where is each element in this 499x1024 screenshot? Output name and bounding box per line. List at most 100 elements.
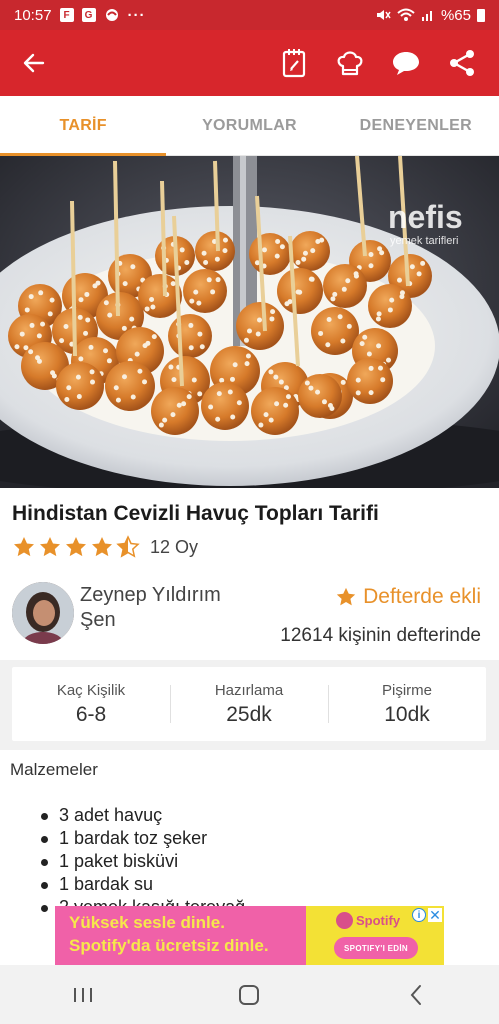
coconut-flake — [186, 394, 192, 400]
app-notification-icon — [105, 9, 118, 21]
coconut-flake — [337, 314, 343, 320]
coconut-flake — [215, 416, 221, 422]
coconut-flake — [121, 374, 127, 380]
coconut-flake — [319, 237, 325, 243]
recent-apps-button[interactable] — [53, 970, 113, 1020]
ad-cta-button[interactable]: SPOTIFY'I EDİN — [334, 937, 418, 959]
coconut-flake — [95, 280, 101, 286]
author-name[interactable]: Zeynep Yıldırım Şen — [80, 583, 250, 633]
ad-close-icon[interactable]: ✕ — [428, 908, 442, 922]
avatar[interactable] — [12, 582, 74, 644]
coconut-flake — [308, 385, 314, 391]
app-bar — [0, 30, 499, 96]
coconut-flake — [321, 399, 327, 405]
coconut-flake — [389, 297, 395, 303]
coconut-flake — [222, 237, 228, 243]
coconut-flake — [263, 412, 269, 418]
coconut-flake — [416, 271, 422, 277]
coconut-flake — [366, 351, 372, 357]
coconut-flake — [188, 322, 194, 328]
add-to-notebook-button[interactable] — [275, 44, 313, 82]
home-button[interactable] — [219, 970, 279, 1020]
ingredients-title: Malzemeler — [10, 760, 98, 779]
signal-icon — [421, 11, 432, 21]
coconut-flake — [244, 361, 250, 367]
coconut-flake — [170, 281, 176, 287]
back-button[interactable] — [0, 30, 68, 96]
info-value: 25dk — [226, 702, 272, 726]
recipe-photo[interactable]: nefis yemek tarifleri — [0, 156, 499, 488]
coconut-flake — [76, 394, 82, 400]
coconut-flake — [376, 343, 382, 349]
coconut-flake — [295, 289, 301, 295]
coconut-flake — [326, 316, 332, 322]
coconut-flake — [103, 300, 109, 306]
coconut-flake — [325, 342, 331, 348]
coconut-flake — [399, 290, 405, 296]
coconut-flake — [227, 389, 233, 395]
notebook-status-button[interactable]: Defterde ekli — [335, 585, 481, 609]
tab-comments[interactable]: YORUMLAR — [166, 96, 332, 155]
coconut-flake — [137, 368, 143, 374]
coconut-flake — [78, 356, 84, 362]
coconut-flake — [196, 300, 202, 306]
coconut-flake — [191, 377, 197, 383]
coconut-flake — [295, 260, 301, 266]
coconut-flake — [201, 250, 207, 256]
coconut-flake — [89, 369, 95, 375]
coconut-flake — [107, 312, 113, 318]
coconut-flake — [38, 290, 44, 296]
coconut-flake — [149, 297, 155, 303]
carrot-ball — [168, 314, 212, 358]
coconut-flake — [106, 358, 112, 364]
coconut-flake — [203, 260, 209, 266]
comments-button[interactable] — [387, 44, 425, 82]
coconut-flake — [88, 344, 94, 350]
system-back-button[interactable] — [386, 970, 446, 1020]
carrot-ball — [249, 233, 291, 275]
coconut-flake — [40, 321, 46, 327]
carrot-ball — [56, 362, 104, 410]
status-bar: 10:57 F G ··· %65 — [0, 0, 499, 30]
tab-recipe[interactable]: TARİF — [0, 96, 167, 156]
coconut-flake — [130, 394, 136, 400]
ad-info-icon[interactable]: i — [412, 908, 426, 922]
coconut-flake — [368, 263, 374, 269]
share-button[interactable] — [443, 44, 481, 82]
coconut-flake — [255, 331, 261, 337]
star-full-icon — [14, 537, 34, 557]
coconut-flake — [368, 365, 374, 371]
coconut-flake — [66, 385, 72, 391]
coconut-flake — [268, 417, 274, 423]
spotify-wordmark: Spotify — [356, 913, 401, 928]
coconut-flake — [232, 362, 238, 368]
coconut-flake — [130, 264, 136, 270]
ad-banner[interactable]: Yüksek sesle dinle. Spotify'da ücretsiz … — [55, 906, 444, 965]
rating[interactable]: 12 Oy — [12, 535, 198, 559]
coconut-flake — [24, 307, 30, 313]
recipe-tabs: TARİF YORUMLAR DENEYENLER — [0, 96, 499, 156]
ad-line-1: Yüksek sesle dinle. — [69, 913, 225, 932]
coconut-flake — [387, 307, 393, 313]
coconut-flake — [85, 317, 91, 323]
coconut-flake — [379, 250, 385, 256]
mute-icon — [376, 10, 391, 20]
coconut-flake — [355, 377, 361, 383]
coconut-flake — [258, 422, 264, 428]
tab-triers[interactable]: DENEYENLER — [333, 96, 499, 155]
coconut-flake — [275, 239, 281, 245]
coconut-flake — [243, 337, 249, 343]
coconut-flake — [273, 374, 279, 380]
info-prep-time: Hazırlama 25dk — [170, 667, 328, 741]
notebook-icon — [282, 49, 306, 78]
home-icon — [239, 984, 260, 1005]
coconut-flake — [214, 256, 220, 262]
i-tried-it-button[interactable] — [331, 44, 369, 82]
coconut-flake — [285, 394, 291, 400]
carrot-ball — [251, 387, 299, 435]
coconut-flake — [375, 316, 381, 322]
recipe-title: Hindistan Cevizli Havuç Topları Tarifi — [12, 502, 379, 525]
coconut-flake — [115, 397, 121, 403]
wifi-icon — [397, 8, 415, 21]
list-item: 1 paket bisküvi — [38, 850, 245, 873]
